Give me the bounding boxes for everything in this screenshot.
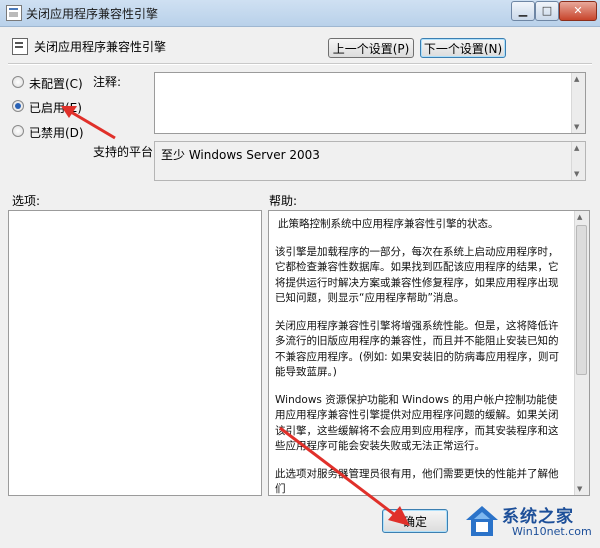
- scroll-down-icon[interactable]: ▼: [574, 123, 579, 131]
- help-scroll-thumb[interactable]: [576, 225, 587, 375]
- scroll-up-icon[interactable]: ▲: [574, 144, 579, 152]
- previous-setting-button[interactable]: 上一个设置(P): [328, 38, 414, 58]
- title-bar: 关闭应用程序兼容性引擎 ▁ □ ✕: [0, 0, 600, 27]
- radio-not-configured-label[interactable]: 未配置(C): [29, 75, 83, 92]
- house-logo-icon: [466, 506, 498, 536]
- scroll-up-icon[interactable]: ▲: [577, 213, 582, 221]
- maximize-button[interactable]: □: [535, 1, 559, 21]
- next-setting-button[interactable]: 下一个设置(N): [420, 38, 506, 58]
- comment-label: 注释:: [93, 75, 122, 89]
- help-paragraph: 此策略控制系统中应用程序兼容性引擎的状态。: [278, 218, 499, 230]
- annotation-arrow-ok: [279, 426, 410, 526]
- supported-scrollbar[interactable]: ▲ ▼: [571, 142, 585, 180]
- close-button[interactable]: ✕: [559, 1, 597, 21]
- supported-platform-label: 支持的平台:: [93, 145, 158, 159]
- setting-icon: [12, 38, 28, 55]
- help-paragraph: 关闭应用程序兼容性引擎将增强系统性能。但是，这将降低许多流行的旧版应用程序的兼容…: [275, 319, 559, 379]
- help-scrollbar[interactable]: ▲ ▼: [574, 211, 589, 495]
- radio-disabled[interactable]: [12, 125, 24, 137]
- minimize-button[interactable]: ▁: [511, 1, 535, 21]
- radio-not-configured[interactable]: [12, 76, 24, 88]
- window-title: 关闭应用程序兼容性引擎: [26, 7, 159, 21]
- supported-platform-value: 至少 Windows Server 2003: [161, 148, 320, 162]
- scroll-down-icon[interactable]: ▼: [574, 170, 579, 178]
- watermark-site: Win10net.com: [512, 525, 592, 538]
- annotation-arrow-enabled: [61, 106, 116, 140]
- scroll-up-icon[interactable]: ▲: [574, 75, 579, 83]
- help-label: 帮助:: [269, 194, 298, 208]
- scroll-down-icon[interactable]: ▼: [577, 485, 582, 493]
- policy-window-icon: [6, 5, 22, 21]
- options-pane: [8, 210, 262, 496]
- setting-title: 关闭应用程序兼容性引擎: [34, 40, 167, 54]
- supported-platform-field: 至少 Windows Server 2003 ▲ ▼: [154, 141, 586, 181]
- comment-textarea[interactable]: ▲ ▼: [154, 72, 586, 134]
- watermark-logo: 系统之家 Win10net.com: [456, 500, 600, 548]
- header-divider: [8, 63, 592, 65]
- options-label: 选项:: [12, 194, 41, 208]
- comment-scrollbar[interactable]: ▲ ▼: [571, 73, 585, 133]
- radio-enabled[interactable]: [12, 100, 24, 112]
- watermark-brand: 系统之家: [502, 507, 574, 527]
- help-paragraph: 该引擎是加载程序的一部分，每次在系统上启动应用程序时，它都检查兼容性数据库。如果…: [275, 245, 559, 305]
